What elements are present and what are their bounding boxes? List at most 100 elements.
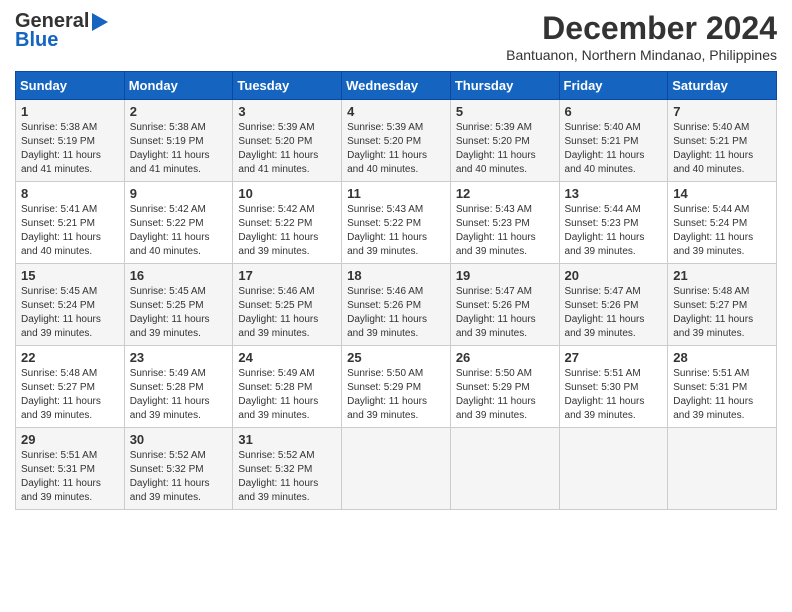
day-info: Sunrise: 5:49 AM Sunset: 5:28 PM Dayligh… — [130, 367, 228, 423]
table-row: 1 Sunrise: 5:38 AM Sunset: 5:19 PM Dayli… — [16, 100, 125, 182]
calendar-week-row: 29 Sunrise: 5:51 AM Sunset: 5:31 PM Dayl… — [16, 428, 777, 510]
day-number: 10 — [238, 186, 336, 201]
table-row: 16 Sunrise: 5:45 AM Sunset: 5:25 PM Dayl… — [124, 264, 233, 346]
day-info: Sunrise: 5:39 AM Sunset: 5:20 PM Dayligh… — [456, 121, 554, 177]
day-number: 28 — [673, 350, 771, 365]
day-number: 25 — [347, 350, 445, 365]
day-number: 3 — [238, 104, 336, 119]
day-number: 4 — [347, 104, 445, 119]
day-number: 22 — [21, 350, 119, 365]
day-info: Sunrise: 5:51 AM Sunset: 5:31 PM Dayligh… — [673, 367, 771, 423]
day-info: Sunrise: 5:50 AM Sunset: 5:29 PM Dayligh… — [456, 367, 554, 423]
day-number: 1 — [21, 104, 119, 119]
empty-cell — [559, 428, 668, 510]
day-number: 27 — [565, 350, 663, 365]
day-info: Sunrise: 5:40 AM Sunset: 5:21 PM Dayligh… — [565, 121, 663, 177]
day-info: Sunrise: 5:38 AM Sunset: 5:19 PM Dayligh… — [21, 121, 119, 177]
day-info: Sunrise: 5:41 AM Sunset: 5:21 PM Dayligh… — [21, 203, 119, 259]
table-row: 31 Sunrise: 5:52 AM Sunset: 5:32 PM Dayl… — [233, 428, 342, 510]
day-number: 6 — [565, 104, 663, 119]
day-number: 15 — [21, 268, 119, 283]
table-row: 23 Sunrise: 5:49 AM Sunset: 5:28 PM Dayl… — [124, 346, 233, 428]
day-info: Sunrise: 5:39 AM Sunset: 5:20 PM Dayligh… — [238, 121, 336, 177]
col-monday: Monday — [124, 72, 233, 100]
day-number: 24 — [238, 350, 336, 365]
table-row: 25 Sunrise: 5:50 AM Sunset: 5:29 PM Dayl… — [342, 346, 451, 428]
day-number: 2 — [130, 104, 228, 119]
day-number: 5 — [456, 104, 554, 119]
day-info: Sunrise: 5:42 AM Sunset: 5:22 PM Dayligh… — [130, 203, 228, 259]
table-row: 5 Sunrise: 5:39 AM Sunset: 5:20 PM Dayli… — [450, 100, 559, 182]
table-row: 26 Sunrise: 5:50 AM Sunset: 5:29 PM Dayl… — [450, 346, 559, 428]
empty-cell — [450, 428, 559, 510]
day-info: Sunrise: 5:48 AM Sunset: 5:27 PM Dayligh… — [21, 367, 119, 423]
logo-arrow-icon — [92, 13, 108, 31]
table-row: 29 Sunrise: 5:51 AM Sunset: 5:31 PM Dayl… — [16, 428, 125, 510]
day-number: 12 — [456, 186, 554, 201]
table-row: 28 Sunrise: 5:51 AM Sunset: 5:31 PM Dayl… — [668, 346, 777, 428]
day-info: Sunrise: 5:48 AM Sunset: 5:27 PM Dayligh… — [673, 285, 771, 341]
day-number: 16 — [130, 268, 228, 283]
col-tuesday: Tuesday — [233, 72, 342, 100]
day-number: 23 — [130, 350, 228, 365]
table-row: 12 Sunrise: 5:43 AM Sunset: 5:23 PM Dayl… — [450, 182, 559, 264]
table-row: 24 Sunrise: 5:49 AM Sunset: 5:28 PM Dayl… — [233, 346, 342, 428]
table-row: 8 Sunrise: 5:41 AM Sunset: 5:21 PM Dayli… — [16, 182, 125, 264]
day-info: Sunrise: 5:47 AM Sunset: 5:26 PM Dayligh… — [456, 285, 554, 341]
col-sunday: Sunday — [16, 72, 125, 100]
month-title: December 2024 — [506, 10, 777, 47]
logo: General Blue — [15, 10, 108, 52]
day-info: Sunrise: 5:50 AM Sunset: 5:29 PM Dayligh… — [347, 367, 445, 423]
day-info: Sunrise: 5:38 AM Sunset: 5:19 PM Dayligh… — [130, 121, 228, 177]
table-row: 21 Sunrise: 5:48 AM Sunset: 5:27 PM Dayl… — [668, 264, 777, 346]
day-number: 18 — [347, 268, 445, 283]
day-number: 30 — [130, 432, 228, 447]
table-row: 15 Sunrise: 5:45 AM Sunset: 5:24 PM Dayl… — [16, 264, 125, 346]
page-header: General Blue December 2024 Bantuanon, No… — [15, 10, 777, 63]
day-number: 7 — [673, 104, 771, 119]
table-row: 9 Sunrise: 5:42 AM Sunset: 5:22 PM Dayli… — [124, 182, 233, 264]
day-info: Sunrise: 5:49 AM Sunset: 5:28 PM Dayligh… — [238, 367, 336, 423]
table-row: 2 Sunrise: 5:38 AM Sunset: 5:19 PM Dayli… — [124, 100, 233, 182]
day-info: Sunrise: 5:51 AM Sunset: 5:30 PM Dayligh… — [565, 367, 663, 423]
col-wednesday: Wednesday — [342, 72, 451, 100]
calendar-week-row: 1 Sunrise: 5:38 AM Sunset: 5:19 PM Dayli… — [16, 100, 777, 182]
table-row: 3 Sunrise: 5:39 AM Sunset: 5:20 PM Dayli… — [233, 100, 342, 182]
day-number: 19 — [456, 268, 554, 283]
day-number: 14 — [673, 186, 771, 201]
col-friday: Friday — [559, 72, 668, 100]
day-number: 21 — [673, 268, 771, 283]
day-number: 20 — [565, 268, 663, 283]
day-number: 13 — [565, 186, 663, 201]
table-row: 7 Sunrise: 5:40 AM Sunset: 5:21 PM Dayli… — [668, 100, 777, 182]
calendar-header-row: Sunday Monday Tuesday Wednesday Thursday… — [16, 72, 777, 100]
day-info: Sunrise: 5:44 AM Sunset: 5:23 PM Dayligh… — [565, 203, 663, 259]
day-info: Sunrise: 5:43 AM Sunset: 5:23 PM Dayligh… — [456, 203, 554, 259]
day-info: Sunrise: 5:43 AM Sunset: 5:22 PM Dayligh… — [347, 203, 445, 259]
day-info: Sunrise: 5:44 AM Sunset: 5:24 PM Dayligh… — [673, 203, 771, 259]
table-row: 14 Sunrise: 5:44 AM Sunset: 5:24 PM Dayl… — [668, 182, 777, 264]
table-row: 11 Sunrise: 5:43 AM Sunset: 5:22 PM Dayl… — [342, 182, 451, 264]
table-row: 17 Sunrise: 5:46 AM Sunset: 5:25 PM Dayl… — [233, 264, 342, 346]
table-row: 18 Sunrise: 5:46 AM Sunset: 5:26 PM Dayl… — [342, 264, 451, 346]
day-info: Sunrise: 5:52 AM Sunset: 5:32 PM Dayligh… — [238, 449, 336, 505]
location-title: Bantuanon, Northern Mindanao, Philippine… — [506, 47, 777, 63]
day-info: Sunrise: 5:45 AM Sunset: 5:24 PM Dayligh… — [21, 285, 119, 341]
table-row: 19 Sunrise: 5:47 AM Sunset: 5:26 PM Dayl… — [450, 264, 559, 346]
table-row: 27 Sunrise: 5:51 AM Sunset: 5:30 PM Dayl… — [559, 346, 668, 428]
day-number: 31 — [238, 432, 336, 447]
day-number: 26 — [456, 350, 554, 365]
table-row: 20 Sunrise: 5:47 AM Sunset: 5:26 PM Dayl… — [559, 264, 668, 346]
table-row: 10 Sunrise: 5:42 AM Sunset: 5:22 PM Dayl… — [233, 182, 342, 264]
day-info: Sunrise: 5:45 AM Sunset: 5:25 PM Dayligh… — [130, 285, 228, 341]
table-row: 6 Sunrise: 5:40 AM Sunset: 5:21 PM Dayli… — [559, 100, 668, 182]
table-row: 13 Sunrise: 5:44 AM Sunset: 5:23 PM Dayl… — [559, 182, 668, 264]
title-block: December 2024 Bantuanon, Northern Mindan… — [506, 10, 777, 63]
col-thursday: Thursday — [450, 72, 559, 100]
day-info: Sunrise: 5:46 AM Sunset: 5:26 PM Dayligh… — [347, 285, 445, 341]
calendar-week-row: 8 Sunrise: 5:41 AM Sunset: 5:21 PM Dayli… — [16, 182, 777, 264]
calendar-week-row: 22 Sunrise: 5:48 AM Sunset: 5:27 PM Dayl… — [16, 346, 777, 428]
day-number: 11 — [347, 186, 445, 201]
day-info: Sunrise: 5:46 AM Sunset: 5:25 PM Dayligh… — [238, 285, 336, 341]
table-row: 4 Sunrise: 5:39 AM Sunset: 5:20 PM Dayli… — [342, 100, 451, 182]
